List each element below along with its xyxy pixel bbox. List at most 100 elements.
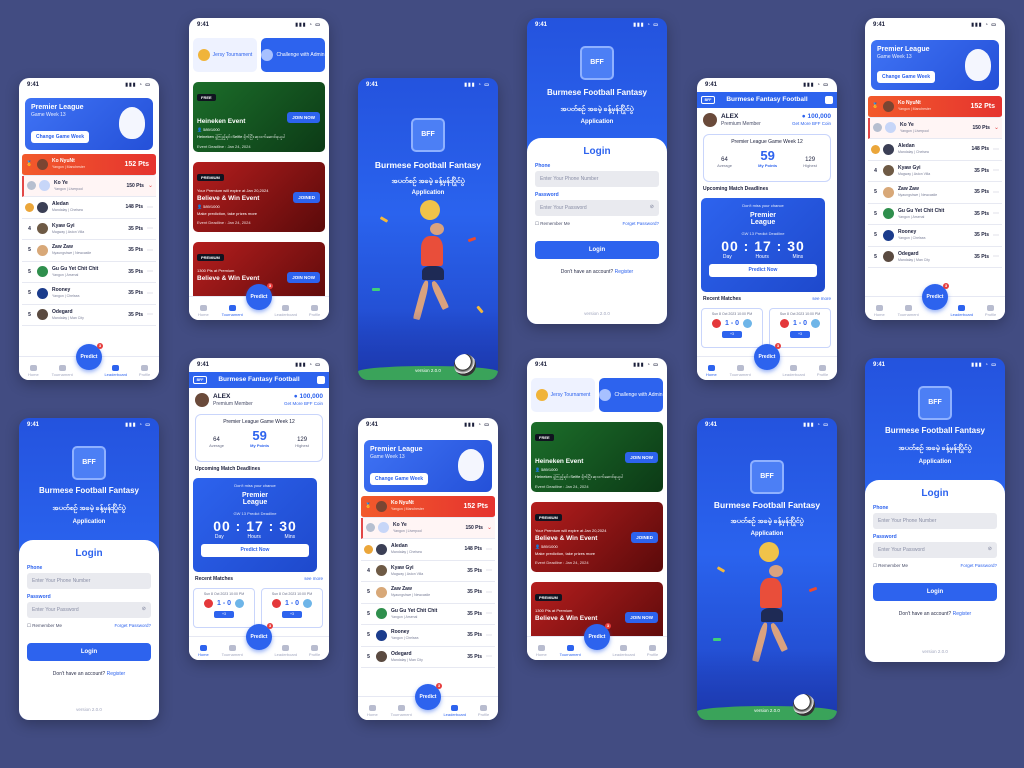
more-icon[interactable]: ⋯ xyxy=(993,146,999,153)
table-row[interactable]: 5 Rooney Yangon | Chelsea 35 Pts ⋯ xyxy=(22,283,156,305)
more-icon[interactable]: ⋯ xyxy=(993,253,999,260)
nav-leaderboard[interactable]: Leaderboard xyxy=(782,365,806,377)
more-icon[interactable]: ⋯ xyxy=(993,232,999,239)
predict-button[interactable]: Predict 3 xyxy=(922,283,949,310)
predict-button[interactable]: Predict 3 xyxy=(76,343,103,370)
table-row[interactable]: Ko Ye Yangon | Liverpool 150 Pts ⌄ xyxy=(361,517,495,539)
table-row[interactable]: 5 Zaw Zaw Nyaungshwe | Newcastle 35 Pts ⋯ xyxy=(361,582,495,604)
table-row[interactable]: 5 Zaw Zaw Nyaungshwe | Newcastle 35 Pts ⋯ xyxy=(868,182,1002,204)
join-now-button[interactable]: JOIN NOW xyxy=(287,112,320,123)
predict-button[interactable]: Predict 3 xyxy=(415,683,442,710)
leaderboard-highlight-row[interactable]: 🏅 Ko NyuNt Yangon | Manchester 152 Pts xyxy=(22,154,156,176)
table-row[interactable]: Ko Ye Yangon | Liverpool 150 Pts ⌄ xyxy=(868,117,1002,139)
table-row[interactable]: Aledan Mandalay | Chelsea 148 Pts ⋯ xyxy=(22,197,156,219)
more-icon[interactable]: ⋯ xyxy=(147,311,153,318)
nav-leaderboard[interactable]: Leaderboard xyxy=(274,645,298,657)
phone-input[interactable]: Enter Your Phone Number xyxy=(873,513,997,529)
leaderboard-highlight-row[interactable]: 🏅 Ko NyuNt Yangon | Manchester 152 Pts xyxy=(868,96,1002,118)
password-input[interactable]: Enter Your Password ⊘ xyxy=(535,200,659,216)
forgot-password-link[interactable]: Forget Password? xyxy=(114,623,151,629)
join-now-button[interactable]: JOIN NOW xyxy=(625,452,658,463)
more-icon[interactable]: ⋯ xyxy=(486,589,492,596)
nav-home[interactable]: Home xyxy=(529,645,553,657)
predict-button[interactable]: Predict 3 xyxy=(246,283,273,310)
more-icon[interactable]: ⋯ xyxy=(147,225,153,232)
nav-profile[interactable]: Profile xyxy=(472,705,496,717)
get-more-coin-link[interactable]: Get More BFF Coin xyxy=(792,121,831,126)
nav-leaderboard[interactable]: Leaderboard xyxy=(612,645,636,657)
more-icon[interactable]: ⋯ xyxy=(993,210,999,217)
nav-tournament[interactable]: Tournament xyxy=(896,305,920,317)
nav-tournament[interactable]: Tournament xyxy=(728,365,752,377)
register-link[interactable]: Register xyxy=(107,671,126,677)
table-row[interactable]: 5 Rooney Yangon | Chelsea 35 Pts ⋯ xyxy=(361,625,495,647)
password-input[interactable]: Enter Your Password ⊘ xyxy=(27,602,151,618)
table-row[interactable]: 4 Kyaw Gyi Magway | Aston Villa 35 Pts ⋯ xyxy=(868,161,1002,182)
table-row[interactable]: 5 Odegard Mandalay | Man City 35 Pts ⋯ xyxy=(361,647,495,668)
nav-tournament[interactable]: Tournament xyxy=(220,645,244,657)
table-row[interactable]: 5 Rooney Yangon | Chelsea 35 Pts ⋯ xyxy=(868,225,1002,247)
get-more-coin-link[interactable]: Get More BFF Coin xyxy=(284,401,323,406)
predict-now-button[interactable]: Predict Now xyxy=(201,544,309,557)
more-icon[interactable]: ⋯ xyxy=(486,610,492,617)
tab-challenge-admin[interactable]: Challenge with Admin xyxy=(599,378,663,412)
more-icon[interactable]: ⋯ xyxy=(147,290,153,297)
nav-home[interactable]: Home xyxy=(360,705,384,717)
predict-now-button[interactable]: Predict Now xyxy=(709,264,817,277)
match-card[interactable]: Sun 8 Oct 2023 10:00 PM 1 - 0 +3 xyxy=(193,588,255,628)
see-more-link[interactable]: see more xyxy=(304,576,323,581)
event-card-believe-win[interactable]: PREMIUM Your Premium will expire at Jan … xyxy=(531,502,663,572)
nav-profile[interactable]: Profile xyxy=(303,305,327,317)
chevron-down-icon[interactable]: ⌄ xyxy=(148,182,153,189)
phone-input[interactable]: Enter Your Phone Number xyxy=(27,573,151,589)
match-card[interactable]: Sun 8 Oct 2023 10:00 PM 1 - 0 +3 xyxy=(701,308,763,348)
nav-leaderboard[interactable]: Leaderboard xyxy=(950,305,974,317)
table-row[interactable]: Ko Ye Yangon | Liverpool 150 Pts ⌄ xyxy=(22,175,156,197)
table-row[interactable]: 5 Odegard Mandalay | Man City 35 Pts ⋯ xyxy=(868,247,1002,268)
nav-home[interactable]: Home xyxy=(699,365,723,377)
more-icon[interactable]: ⋯ xyxy=(147,247,153,254)
eye-off-icon[interactable]: ⊘ xyxy=(142,606,146,612)
nav-leaderboard[interactable]: Leaderboard xyxy=(443,705,467,717)
tab-jersy-tournament[interactable]: Jersy Tournament xyxy=(531,378,595,412)
more-icon[interactable]: ⋯ xyxy=(486,546,492,553)
tab-jersy-tournament[interactable]: Jersy Tournament xyxy=(193,38,257,72)
change-week-button[interactable]: Change Game Week xyxy=(370,473,428,485)
nav-tournament[interactable]: Tournament xyxy=(389,705,413,717)
register-link[interactable]: Register xyxy=(953,611,972,617)
table-row[interactable]: 4 Kyaw Gyi Magway | Aston Villa 35 Pts ⋯ xyxy=(361,561,495,582)
nav-profile[interactable]: Profile xyxy=(303,645,327,657)
predict-button[interactable]: Predict 3 xyxy=(584,623,611,650)
remember-checkbox[interactable]: ☐ Remember Me xyxy=(873,563,908,569)
table-row[interactable]: 5 Gu Gu Yet Chit Chit Yangon | Arsenal 35 P… xyxy=(868,204,1002,225)
forgot-password-link[interactable]: Forget Password? xyxy=(622,221,659,227)
nav-profile[interactable]: Profile xyxy=(979,305,1003,317)
eye-off-icon[interactable]: ⊘ xyxy=(650,204,654,210)
login-button[interactable]: Login xyxy=(535,241,659,259)
event-card-heineken[interactable]: FREE Heineken Event 👤 589/1000 Heineken … xyxy=(193,82,325,152)
nav-profile[interactable]: Profile xyxy=(641,645,665,657)
more-icon[interactable]: ⋯ xyxy=(993,167,999,174)
register-link[interactable]: Register xyxy=(615,269,634,275)
match-card[interactable]: Sun 8 Oct 2023 10:00 PM 1 - 0 +3 xyxy=(261,588,323,628)
forgot-password-link[interactable]: Forget Password? xyxy=(960,563,997,569)
phone-input[interactable]: Enter Your Phone Number xyxy=(535,171,659,187)
nav-tournament[interactable]: Tournament xyxy=(50,365,74,377)
eye-off-icon[interactable]: ⊘ xyxy=(988,546,992,552)
change-week-button[interactable]: Change Game Week xyxy=(877,71,935,83)
ads-icon[interactable] xyxy=(317,376,325,384)
predict-button[interactable]: Predict 3 xyxy=(246,623,273,650)
change-week-button[interactable]: Change Game Week xyxy=(31,131,89,143)
nav-profile[interactable]: Profile xyxy=(133,365,157,377)
more-icon[interactable]: ⋯ xyxy=(486,653,492,660)
user-avatar[interactable] xyxy=(703,113,717,127)
more-icon[interactable]: ⋯ xyxy=(993,189,999,196)
more-icon[interactable]: ⋯ xyxy=(147,204,153,211)
nav-home[interactable]: Home xyxy=(21,365,45,377)
nav-leaderboard[interactable]: Leaderboard xyxy=(104,365,128,377)
join-now-button[interactable]: JOIN NOW xyxy=(287,272,320,283)
join-now-button[interactable]: JOIN NOW xyxy=(625,612,658,623)
event-card-believe-win[interactable]: PREMIUM Your Premium will expire at Jan … xyxy=(193,162,325,232)
chevron-down-icon[interactable]: ⌄ xyxy=(487,524,492,531)
password-input[interactable]: Enter Your Password ⊘ xyxy=(873,542,997,558)
